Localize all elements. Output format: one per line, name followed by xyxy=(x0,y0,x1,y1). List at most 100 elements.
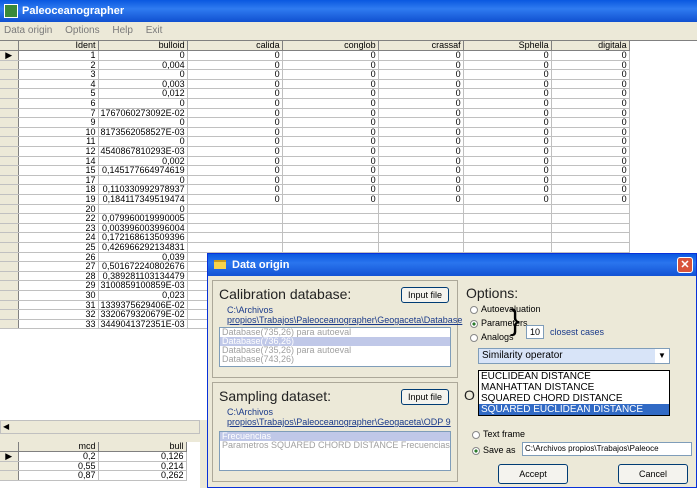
table-cell[interactable]: 0 xyxy=(98,69,188,80)
table-cell[interactable]: 0 xyxy=(378,50,464,61)
table-cell[interactable]: 0 xyxy=(463,184,552,195)
table-cell[interactable]: 0 xyxy=(282,194,379,205)
table-cell[interactable]: 0 xyxy=(378,98,464,109)
table-row[interactable]: 23 0,003996003996004 xyxy=(0,223,630,234)
table-cell[interactable] xyxy=(463,242,552,253)
table-cell[interactable]: 0 xyxy=(551,165,630,176)
dropdown-option[interactable]: EUCLIDEAN DISTANCE xyxy=(479,371,669,382)
table-cell[interactable]: 0 xyxy=(187,184,283,195)
table-cell[interactable] xyxy=(551,232,630,243)
table-cell[interactable]: 0,023 xyxy=(98,290,188,301)
table-cell[interactable]: 0 xyxy=(551,117,630,128)
scroll-left-icon[interactable]: ◀ xyxy=(3,422,9,431)
radio-autoevaluation[interactable]: Autoevaluation xyxy=(470,304,541,314)
table-cell[interactable]: 0 xyxy=(463,108,552,119)
row-indicator[interactable] xyxy=(0,290,19,301)
table2-row[interactable]: ▶ 0,2 0,126 xyxy=(0,451,187,462)
row-indicator[interactable] xyxy=(0,127,19,138)
table-cell[interactable]: 0 xyxy=(98,117,188,128)
table-cell[interactable]: 0,039 xyxy=(98,252,188,263)
row-indicator[interactable] xyxy=(0,252,19,263)
table-row[interactable]: 19 0,184117349519474 0 0 0 0 0 xyxy=(0,194,630,205)
table-cell[interactable] xyxy=(378,204,464,215)
row-indicator[interactable] xyxy=(0,88,19,100)
table-cell[interactable] xyxy=(187,213,283,224)
table-cell[interactable]: 3449041372351E-03 xyxy=(98,319,188,330)
table-row[interactable]: 10 8173562058527E-03 0 0 0 0 0 xyxy=(0,127,630,138)
table-row[interactable]: 5 0,012 0 0 0 0 0 xyxy=(0,88,630,100)
table-cell[interactable]: 0 xyxy=(378,146,464,157)
table-cell[interactable]: 12 xyxy=(18,146,99,157)
table-cell[interactable]: 3 xyxy=(18,69,99,80)
table-cell[interactable] xyxy=(551,204,630,215)
table-cell[interactable]: 1339375629406E-02 xyxy=(98,300,188,311)
table-cell[interactable]: 31 xyxy=(18,300,99,311)
table2-cell[interactable]: 0,262 xyxy=(98,470,187,481)
table-cell[interactable]: 0 xyxy=(378,60,464,71)
table-cell[interactable]: 11 xyxy=(18,136,99,148)
table-cell[interactable] xyxy=(551,223,630,234)
dropdown-option[interactable]: SQUARED CHORD DISTANCE xyxy=(479,393,669,404)
row-indicator[interactable] xyxy=(0,271,19,282)
save-path-field[interactable]: C:\Archivos propios\Trabajos\Paleoce xyxy=(522,442,692,456)
table-cell[interactable]: 0 xyxy=(551,60,630,71)
row-indicator[interactable] xyxy=(0,69,19,80)
table-cell[interactable]: 0,079960019990005 xyxy=(98,213,188,224)
table-cell[interactable]: 0 xyxy=(463,194,552,205)
table-cell[interactable]: 0 xyxy=(282,108,379,119)
menu-exit[interactable]: Exit xyxy=(146,25,163,36)
radio-analogs[interactable]: Analogs xyxy=(470,332,514,342)
table-cell[interactable]: 0,004 xyxy=(98,60,188,71)
table-cell[interactable]: 0 xyxy=(378,156,464,167)
table-cell[interactable] xyxy=(282,242,379,253)
horizontal-scrollbar[interactable]: ◀ xyxy=(0,420,200,434)
table-cell[interactable]: 1767060273092E-02 xyxy=(98,108,188,119)
table2-row[interactable]: 0,55 0,214 xyxy=(0,461,187,472)
table-cell[interactable]: 27 xyxy=(18,261,99,272)
table-cell[interactable]: 0 xyxy=(463,175,552,186)
table-cell[interactable]: 0,426966292134831 xyxy=(98,242,188,253)
table-column-header[interactable]: Sphella xyxy=(463,41,552,52)
table-cell[interactable] xyxy=(187,223,283,234)
table-cell[interactable]: 0 xyxy=(463,79,552,90)
table-cell[interactable]: 0 xyxy=(187,156,283,167)
radio-text-frame-button[interactable] xyxy=(472,430,480,439)
table-cell[interactable] xyxy=(551,242,630,253)
table-cell[interactable]: 0 xyxy=(187,117,283,128)
sampling-list-item[interactable]: Parametros SQUARED CHORD DISTANCE Frecue… xyxy=(220,441,450,450)
table-cell[interactable]: 14 xyxy=(18,156,99,167)
calibration-list[interactable]: Database(735,26) para autoeval Database(… xyxy=(219,327,451,367)
table-cell[interactable]: 0 xyxy=(98,175,188,186)
accept-button[interactable]: Accept xyxy=(498,464,568,484)
row-indicator[interactable] xyxy=(0,60,19,71)
table-cell[interactable] xyxy=(282,232,379,243)
table-row[interactable]: 18 0,110330992978937 0 0 0 0 0 xyxy=(0,184,630,195)
table-cell[interactable]: 19 xyxy=(18,194,99,205)
table2-cell[interactable]: 0,2 xyxy=(18,451,99,462)
table-cell[interactable]: 0 xyxy=(551,69,630,80)
table-cell[interactable]: 0 xyxy=(551,175,630,186)
table-column-header[interactable]: bulloid xyxy=(98,41,188,52)
row-indicator[interactable] xyxy=(0,98,19,109)
table-cell[interactable] xyxy=(282,223,379,234)
table-cell[interactable] xyxy=(282,213,379,224)
table-cell[interactable]: 0 xyxy=(463,136,552,148)
table-cell[interactable]: 0 xyxy=(282,165,379,176)
table-cell[interactable]: 0 xyxy=(282,69,379,80)
table-cell[interactable]: 29 xyxy=(18,280,99,291)
table-row[interactable]: 4 0,003 0 0 0 0 0 xyxy=(0,79,630,90)
table-cell[interactable]: 0 xyxy=(463,165,552,176)
table-cell[interactable]: 0 xyxy=(187,108,283,119)
table-cell[interactable]: 0 xyxy=(378,108,464,119)
table-row[interactable]: 17 0 0 0 0 0 0 xyxy=(0,175,630,186)
table-row[interactable]: 6000000 xyxy=(0,98,630,109)
table-cell[interactable]: 0 xyxy=(282,146,379,157)
table-cell[interactable] xyxy=(551,213,630,224)
table-cell[interactable]: 0,501672240802676 xyxy=(98,261,188,272)
row-indicator[interactable] xyxy=(0,146,19,157)
table-cell[interactable]: 3320679320679E-02 xyxy=(98,309,188,320)
sampling-input-file-button[interactable]: Input file xyxy=(401,389,449,405)
table-row[interactable]: 2 0,004 0 0 0 0 0 xyxy=(0,60,630,71)
row-indicator[interactable] xyxy=(0,223,19,234)
row-indicator[interactable] xyxy=(0,309,19,320)
